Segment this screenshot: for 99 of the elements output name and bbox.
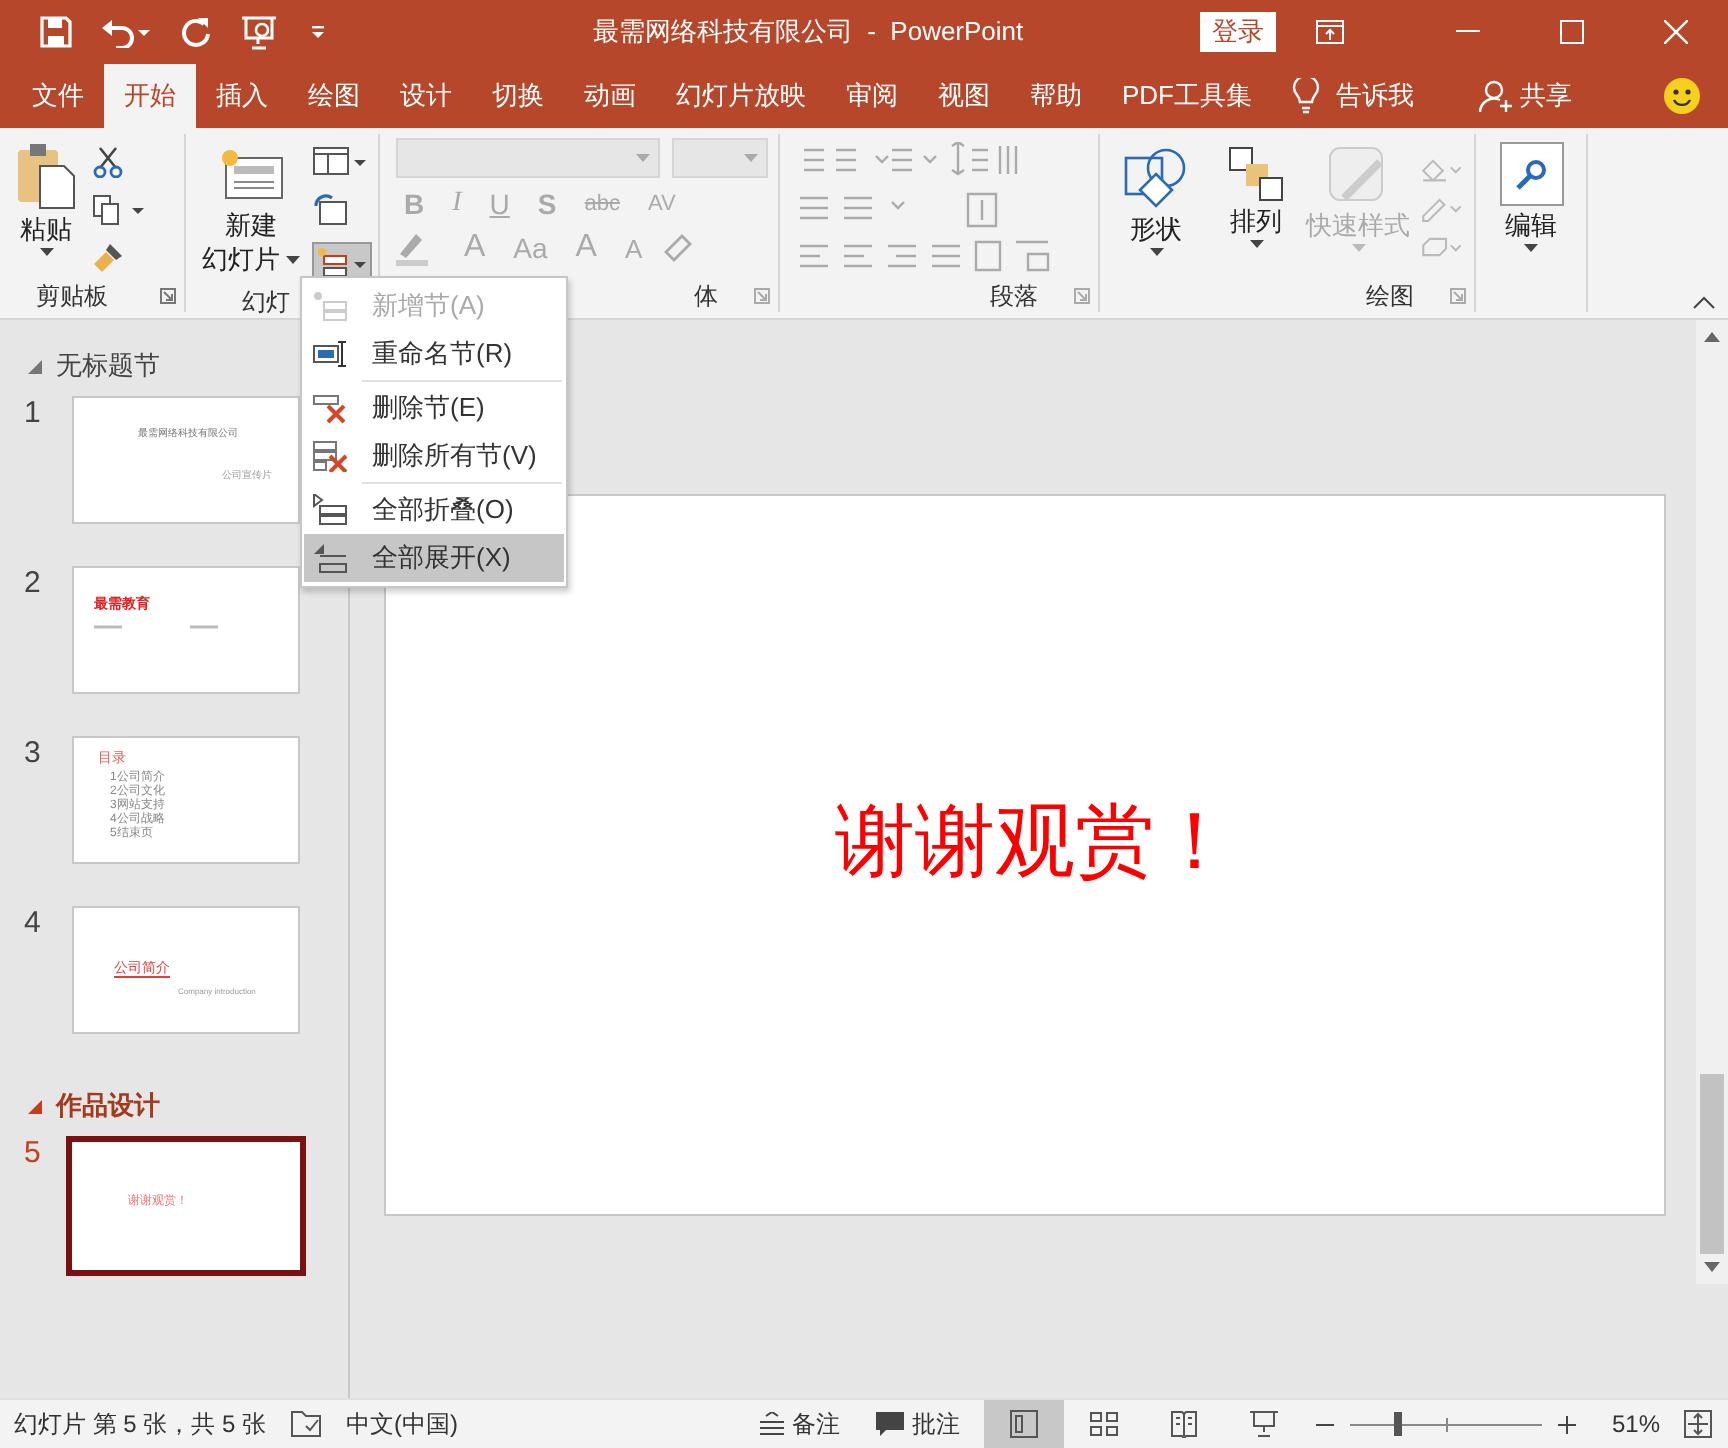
undo-icon[interactable] [100, 16, 152, 48]
comments-button[interactable]: 批注 [875, 1407, 960, 1441]
reset-icon[interactable] [312, 194, 348, 226]
close-icon[interactable] [1664, 20, 1688, 44]
language-label[interactable]: 中文(中国) [346, 1407, 459, 1441]
arrange-icon [1228, 146, 1284, 202]
customize-icon[interactable] [308, 22, 328, 42]
slide-count: 幻灯片 第 5 张，共 5 张 [14, 1407, 267, 1441]
ribbon-tab[interactable]: 幻灯片放映 [656, 64, 826, 128]
group-label: 体 [694, 279, 718, 313]
spell-check-icon[interactable] [290, 1410, 323, 1438]
normal-view-icon [1009, 1410, 1038, 1438]
slide-number: 3 [22, 736, 43, 770]
minimize-icon[interactable] [1456, 30, 1480, 34]
layout-icon[interactable] [312, 146, 368, 178]
caret-icon [636, 154, 650, 162]
ribbon-tab[interactable]: 动画 [564, 64, 656, 128]
expand-sections-icon [312, 542, 348, 574]
window-title: 最需网络科技有限公司 - PowerPoint [592, 14, 1024, 50]
zoom-slider-thumb[interactable] [1393, 1412, 1402, 1436]
scroll-up-icon[interactable] [1704, 332, 1720, 342]
section-header[interactable]: 作品设计 [0, 1088, 348, 1124]
notes-icon [759, 1412, 784, 1436]
rename-section-icon [312, 338, 348, 370]
scroll-down-icon[interactable] [1704, 1262, 1720, 1272]
caret-icon [1149, 248, 1163, 256]
vertical-scrollbar[interactable] [1696, 320, 1728, 1284]
caret-icon [39, 248, 53, 256]
caret-icon [744, 154, 758, 162]
ribbon-tab[interactable]: 绘图 [288, 64, 380, 128]
menu-item[interactable]: 删除所有节(V) [304, 432, 564, 480]
lightbulb-icon [1292, 78, 1320, 114]
zoom-percent[interactable]: 51% [1611, 1410, 1660, 1438]
font-size-field[interactable] [672, 138, 768, 178]
save-icon[interactable] [40, 16, 72, 48]
arrange-button[interactable]: 排列 [1208, 142, 1304, 252]
clipboard-icon [16, 142, 76, 210]
collapse-sections-icon [312, 494, 348, 526]
caret-icon [1351, 244, 1366, 252]
delete-section-icon [312, 392, 348, 424]
paste-button[interactable]: 粘贴 [8, 138, 84, 260]
font-name-field[interactable] [396, 138, 660, 178]
comment-icon [875, 1412, 904, 1436]
ribbon-tab[interactable]: 设计 [380, 64, 472, 128]
group-label: 剪贴板 [36, 279, 108, 313]
caret-icon [286, 255, 300, 263]
collapse-triangle-icon [28, 359, 42, 373]
dialog-launcher-icon[interactable] [160, 288, 176, 304]
grid-icon [1089, 1412, 1118, 1436]
ribbon-tab[interactable]: 审阅 [826, 64, 918, 128]
collapse-ribbon-icon[interactable] [1692, 296, 1716, 310]
ribbon-tab[interactable]: 帮助 [1010, 64, 1102, 128]
group-label: 绘图 [1366, 279, 1414, 313]
slide-number: 1 [22, 396, 43, 430]
editing-button[interactable]: 编辑 [1476, 134, 1586, 256]
slide-title[interactable]: 谢谢观赏！ [835, 786, 1235, 896]
projector-screen-icon [1249, 1410, 1278, 1438]
quick-styles-icon [1328, 146, 1389, 206]
slideshow-icon[interactable] [240, 14, 280, 50]
ribbon-tab[interactable]: 切换 [472, 64, 564, 128]
copy-icon[interactable] [92, 194, 144, 226]
scissors-icon[interactable] [92, 146, 124, 178]
search-icon [1515, 158, 1547, 190]
fit-to-window-icon[interactable] [1684, 1410, 1712, 1438]
group-label: 幻灯 [242, 285, 290, 319]
ribbon-tab[interactable]: PDF工具集 [1102, 64, 1272, 128]
format-painter-icon[interactable] [92, 242, 124, 274]
menu-item[interactable]: 全部展开(X) [304, 534, 564, 582]
caret-icon [1524, 244, 1538, 252]
scroll-thumb[interactable] [1700, 1074, 1724, 1254]
slide-number: 5 [22, 1136, 43, 1170]
book-icon [1169, 1410, 1198, 1438]
ribbon-tab[interactable]: 插入 [196, 64, 288, 128]
notes-button[interactable]: 备注 [759, 1407, 840, 1441]
delete-sections-icon [312, 440, 348, 472]
shapes-button[interactable]: 形状 [1108, 142, 1204, 260]
add-section-icon [312, 290, 348, 322]
zoom-in-icon[interactable] [1557, 1415, 1576, 1433]
maximize-icon[interactable] [1560, 20, 1584, 44]
smiley-icon[interactable] [1664, 78, 1700, 114]
person-add-icon [1478, 78, 1514, 114]
menu-item[interactable]: 删除节(E) [304, 384, 564, 432]
redo-icon[interactable] [180, 16, 212, 48]
normal-view-button[interactable] [983, 1400, 1064, 1448]
tell-me-button[interactable]: 告诉我 [1320, 64, 1434, 128]
slide-number: 4 [22, 906, 43, 940]
caret-icon [1249, 240, 1263, 248]
slide-number: 2 [22, 566, 43, 600]
ribbon-display-icon[interactable] [1316, 20, 1344, 44]
zoom-slider[interactable] [1349, 1412, 1542, 1436]
share-button[interactable]: 共享 [1514, 64, 1592, 128]
collapse-triangle-icon [28, 1099, 42, 1113]
login-button[interactable]: 登录 [1199, 12, 1276, 52]
ribbon-tab[interactable]: 视图 [918, 64, 1010, 128]
ribbon-tab[interactable]: 开始 [104, 64, 196, 128]
shapes-icon [1124, 146, 1188, 210]
ribbon-tab[interactable]: 文件 [12, 64, 104, 128]
group-label: 段落 [990, 279, 1038, 313]
new-slide-button[interactable]: 新建 幻灯片 [194, 138, 308, 278]
